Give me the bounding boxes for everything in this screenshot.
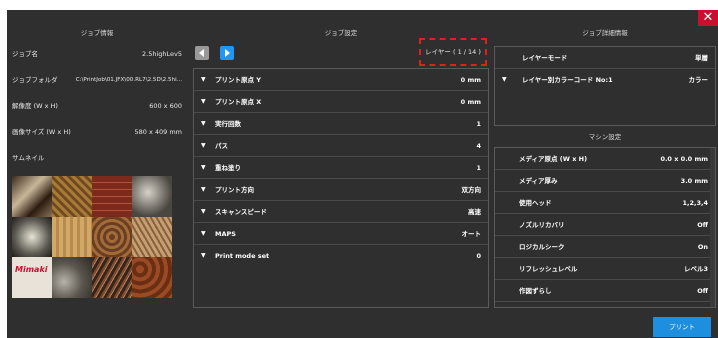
chevron-down-icon: ▼ (201, 141, 206, 149)
job-window: ✕ ジョブ情報 ジョブ名 2.5highLev5 ジョブフォルダ C:\Prin… (7, 10, 718, 338)
machine-value: 1,2,3,4 (682, 199, 709, 207)
detail-row[interactable]: レイヤーモード 単層 (495, 47, 715, 69)
job-info-value: 600 x 600 (149, 102, 182, 110)
machine-label: メディア原点 (W x H) (519, 155, 588, 163)
machine-value: レベル3 (683, 265, 708, 273)
job-info-value: C:\PrintJob\01.JFX\00.RL7\2.5D\2.5hi... (75, 77, 182, 83)
setting-label: プリント方向 (215, 185, 254, 194)
setting-value: 4 (476, 142, 481, 150)
job-info-value: 2.5highLev5 (142, 50, 182, 58)
job-info-label: 解像度 (W x H) (12, 102, 58, 110)
setting-value: 1 (476, 164, 481, 172)
previous-layer-button[interactable] (195, 46, 209, 60)
machine-label: 使用ヘッド (519, 199, 552, 207)
machine-label: 作図ずらし (519, 287, 552, 295)
machine-scrollbar[interactable] (710, 148, 715, 307)
machine-row: 作図ずらし Off (495, 280, 715, 302)
job-detail-title: ジョブ詳細情報 (582, 29, 628, 37)
chevron-down-icon: ▼ (502, 76, 507, 83)
setting-row[interactable]: ▼ 実行回数 1 (194, 113, 488, 135)
setting-row[interactable]: ▼ 重ね塗り 1 (194, 157, 488, 179)
detail-row[interactable]: ▼ レイヤー別カラーコード No:1 カラー (495, 69, 715, 91)
machine-row: メディア原点 (W x H) 0.0 x 0.0 mm (495, 148, 715, 170)
job-detail-panel: ジョブ詳細情報 (494, 26, 716, 40)
setting-row[interactable]: ▼ MAPS オート (194, 223, 488, 245)
setting-label: Print mode set (215, 252, 270, 260)
close-icon[interactable]: ✕ (698, 10, 718, 26)
detail-label: レイヤー別カラーコード No:1 (522, 76, 613, 84)
machine-row: ノズルリカバリ Off (495, 214, 715, 236)
machine-row: リフレッシュレベル レベル3 (495, 258, 715, 280)
thumbnail-label-row: サムネイル (7, 148, 187, 168)
setting-value: オート (461, 230, 482, 238)
next-layer-button[interactable] (220, 46, 234, 60)
chevron-down-icon: ▼ (201, 207, 206, 215)
job-info-row: 解像度 (W x H) 600 x 600 (7, 96, 187, 116)
job-info-label: ジョブ名 (12, 50, 38, 58)
job-info-label: 画像サイズ (W x H) (12, 128, 71, 136)
mimaki-logo: Mimaki (15, 265, 48, 275)
chevron-down-icon: ▼ (201, 185, 206, 193)
job-settings-list: ▼ プリント原点 Y 0 mm ▼ プリント原点 X 0 mm ▼ 実行回数 1 ▼ パ… (193, 68, 489, 308)
thumbnail-label: サムネイル (12, 154, 45, 162)
setting-label: プリント原点 Y (215, 75, 261, 84)
arrow-left-icon (199, 49, 204, 57)
chevron-down-icon: ▼ (201, 229, 206, 237)
arrow-right-icon (225, 49, 230, 57)
setting-label: 重ね塗り (215, 163, 241, 172)
chevron-down-icon: ▼ (201, 119, 206, 127)
machine-value: 3.0 mm (680, 177, 708, 185)
chevron-down-icon: ▼ (201, 97, 206, 105)
machine-label: リフレッシュレベル (519, 265, 578, 273)
setting-value: 0 mm (460, 98, 481, 106)
job-detail-list: レイヤーモード 単層 ▼ レイヤー別カラーコード No:1 カラー (494, 46, 716, 126)
chevron-down-icon: ▼ (201, 163, 206, 171)
machine-label: ノズルリカバリ (519, 221, 565, 229)
detail-value: 単層 (695, 54, 708, 62)
setting-label: 実行回数 (215, 119, 241, 128)
detail-label: レイヤーモード (522, 54, 568, 62)
setting-value: 0 mm (460, 76, 481, 84)
machine-list: メディア原点 (W x H) 0.0 x 0.0 mm メディア厚み 3.0 m… (494, 147, 716, 308)
setting-row[interactable]: ▼ プリント原点 X 0 mm (194, 91, 488, 113)
setting-row[interactable]: ▼ Print mode set 0 (194, 245, 488, 267)
setting-label: スキャンスピード (215, 207, 267, 216)
print-button[interactable]: プリント (653, 317, 711, 337)
setting-row[interactable]: ▼ スキャンスピード 高速 (194, 201, 488, 223)
thumbnail-image: Mimaki (12, 176, 172, 298)
machine-value: On (697, 243, 708, 251)
chevron-down-icon: ▼ (201, 252, 206, 259)
setting-row[interactable]: ▼ プリント原点 Y 0 mm (194, 69, 488, 91)
setting-label: MAPS (215, 229, 236, 238)
machine-value: Off (697, 221, 708, 229)
setting-row[interactable]: ▼ パス 4 (194, 135, 488, 157)
machine-title: マシン設定 (588, 133, 622, 141)
layer-label: レイヤー ( 1 / 14 ) (425, 48, 481, 56)
setting-value: 高速 (468, 208, 481, 216)
job-info-title: ジョブ情報 (80, 29, 114, 37)
machine-value: 0.0 x 0.0 mm (660, 155, 708, 163)
detail-value: カラー (688, 76, 709, 84)
setting-label: プリント原点 X (215, 97, 262, 106)
machine-row: メディア厚み 3.0 mm (495, 170, 715, 192)
machine-label: メディア厚み (519, 177, 558, 185)
job-info-row: ジョブフォルダ C:\PrintJob\01.JFX\00.RL7\2.5D\2… (7, 70, 187, 90)
setting-value: 双方向 (461, 186, 482, 194)
machine-row: ロジカルシーク On (495, 236, 715, 258)
layer-indicator: レイヤー ( 1 / 14 ) (419, 38, 487, 66)
job-info-label: ジョブフォルダ (12, 76, 58, 84)
job-info-row: ジョブ名 2.5highLev5 (7, 44, 187, 64)
chevron-down-icon: ▼ (201, 75, 206, 83)
setting-row[interactable]: ▼ プリント方向 双方向 (194, 179, 488, 201)
job-info-row: 画像サイズ (W x H) 580 x 409 mm (7, 122, 187, 142)
setting-label: パス (215, 141, 228, 150)
machine-value: Off (697, 287, 708, 295)
setting-value: 0 (476, 252, 481, 260)
machine-label: ロジカルシーク (519, 243, 565, 251)
job-info-value: 580 x 409 mm (134, 128, 182, 136)
machine-row: 使用ヘッド 1,2,3,4 (495, 192, 715, 214)
setting-value: 1 (476, 120, 481, 128)
